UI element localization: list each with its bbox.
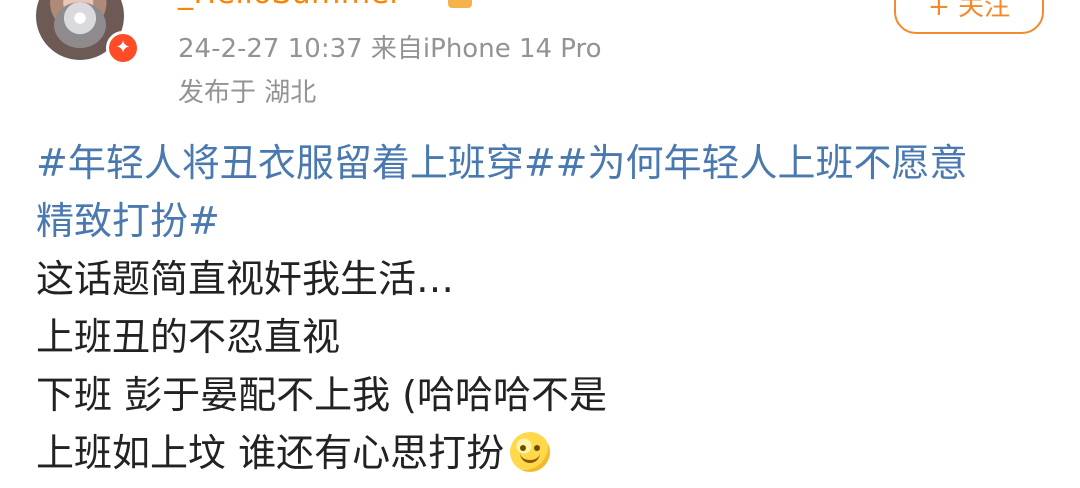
post-text-line-4-wrapper: 上班如上坟 谁还有心思打扮 bbox=[36, 424, 1046, 482]
topic-hashtag-line-2[interactable]: 精致打扮# bbox=[36, 192, 1046, 250]
post-location: 发布于 湖北 bbox=[178, 78, 317, 108]
post-text-line-4: 上班如上坟 谁还有心思打扮 bbox=[36, 431, 505, 475]
post-content: #年轻人将丑衣服留着上班穿##为何年轻人上班不愿意 精致打扮# 这话题简直视奸我… bbox=[36, 134, 1046, 482]
post-text-line-1: 这话题简直视奸我生活… bbox=[36, 257, 455, 301]
topic-hashtag-line-1[interactable]: #年轻人将丑衣服留着上班穿##为何年轻人上班不愿意 bbox=[36, 134, 1046, 192]
smile-emoji-icon bbox=[510, 432, 551, 472]
verified-badge-icon: ✦ bbox=[106, 31, 140, 65]
author-username[interactable]: _HelloSummer bbox=[178, 0, 402, 11]
vip-icon bbox=[448, 0, 472, 8]
post-text-line-2: 上班丑的不忍直视 bbox=[36, 315, 341, 359]
avatar-image bbox=[54, 2, 106, 48]
post-timestamp-device: 24-2-27 10:37 来自iPhone 14 Pro bbox=[178, 34, 602, 64]
follow-button[interactable]: + 关注 bbox=[894, 0, 1044, 34]
post-text-line-3: 下班 彭于晏配不上我 (哈哈哈不是 bbox=[36, 373, 607, 417]
smile-mouth bbox=[520, 450, 541, 463]
